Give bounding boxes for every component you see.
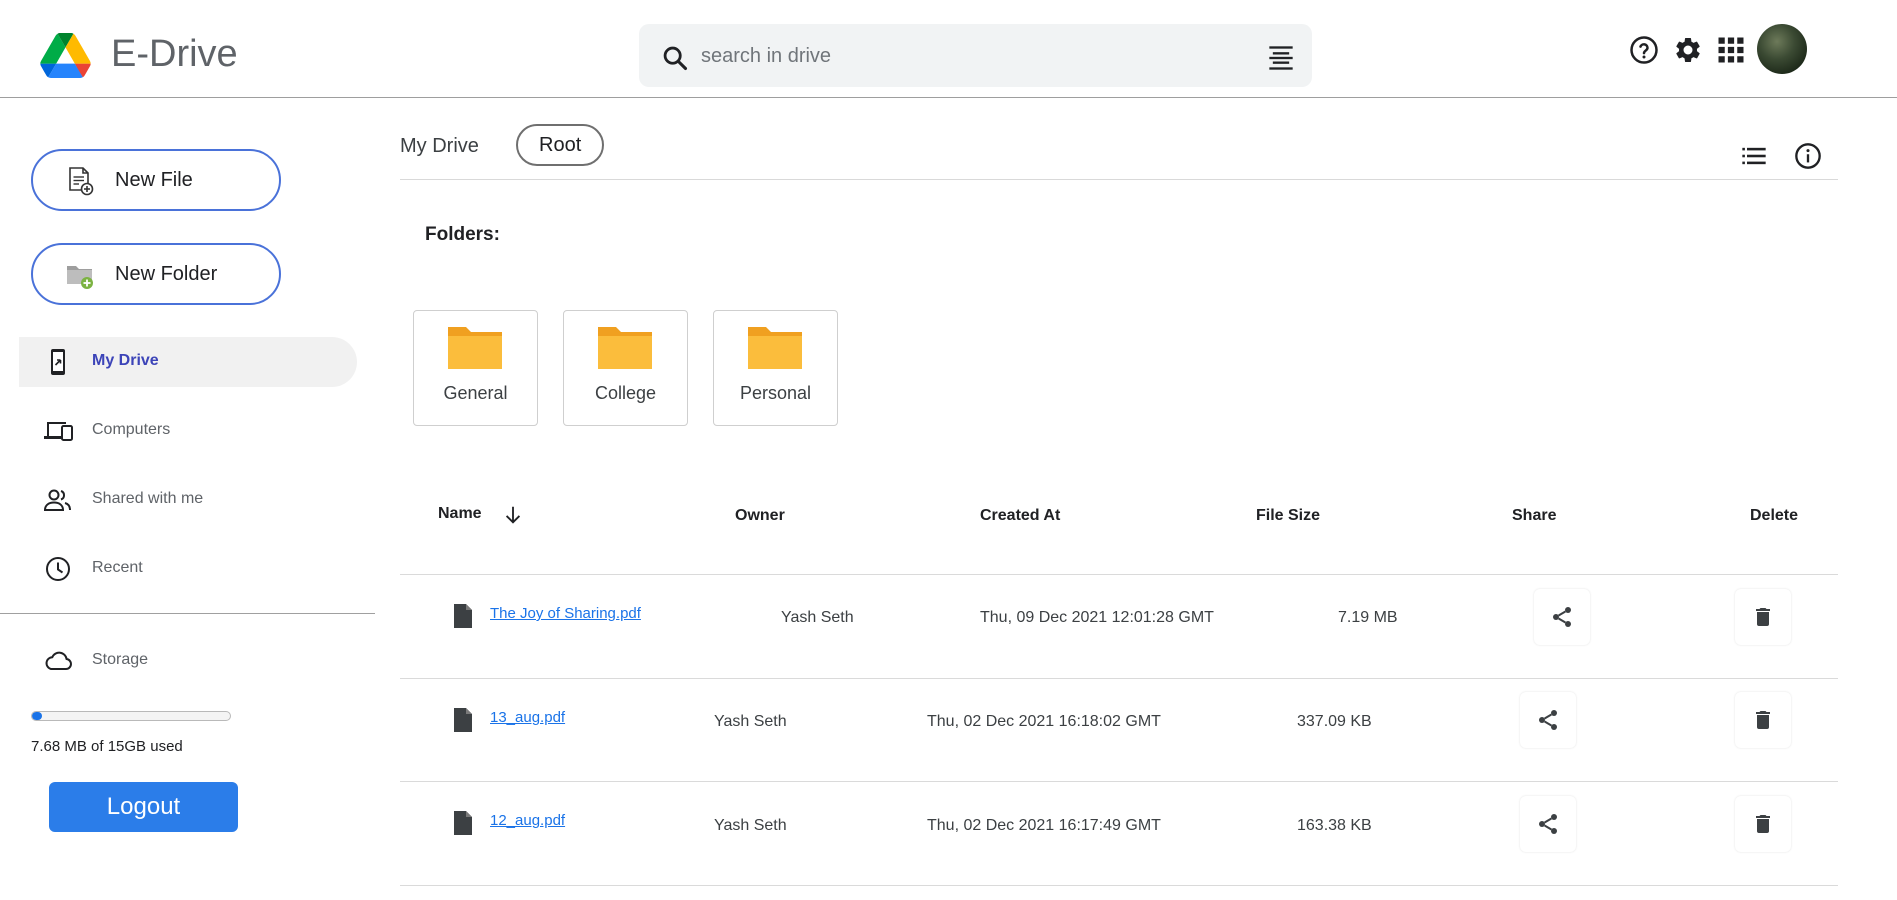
new-folder-button[interactable]: New Folder xyxy=(31,243,281,305)
phone-drive-icon xyxy=(51,349,65,375)
sidebar-item-label: Computers xyxy=(92,421,171,438)
trash-icon xyxy=(1756,608,1770,626)
sidebar-item-label: Shared with me xyxy=(92,490,204,507)
file-icon xyxy=(454,708,472,732)
file-icon xyxy=(454,811,472,835)
people-icon xyxy=(43,489,71,511)
table-divider xyxy=(400,781,1838,782)
folders-heading: Folders: xyxy=(425,224,500,245)
delete-button[interactable] xyxy=(1735,796,1791,852)
file-created-at: Thu, 09 Dec 2021 12:01:28 GMT xyxy=(980,609,1214,626)
column-header-owner: Owner xyxy=(735,507,785,524)
file-owner: Yash Seth xyxy=(781,609,854,626)
file-owner: Yash Seth xyxy=(714,713,787,730)
trash-icon xyxy=(1756,711,1770,729)
sort-arrow-down-icon[interactable] xyxy=(502,504,524,526)
top-header: E-Drive xyxy=(0,0,1897,98)
cloud-icon xyxy=(45,651,72,670)
search-options-icon[interactable] xyxy=(1267,44,1295,72)
folder-icon xyxy=(448,327,502,369)
sidebar-item-label: My Drive xyxy=(92,352,159,369)
column-header-share: Share xyxy=(1512,507,1557,524)
folder-name: General xyxy=(443,383,508,403)
file-created-at: Thu, 02 Dec 2021 16:17:49 GMT xyxy=(927,817,1161,834)
delete-button[interactable] xyxy=(1735,589,1791,645)
breadcrumb-root-chip[interactable]: Root xyxy=(516,124,605,166)
folder-name: Personal xyxy=(739,383,812,403)
new-file-button[interactable]: New File xyxy=(31,149,281,211)
help-icon[interactable] xyxy=(1629,35,1659,65)
search-icon[interactable] xyxy=(661,44,689,72)
folder-name: College xyxy=(594,383,657,403)
folder-icon xyxy=(748,327,802,369)
new-file-label: New File xyxy=(115,169,193,191)
sidebar-item-my-drive[interactable]: My Drive xyxy=(19,337,357,387)
apps-grid-icon[interactable] xyxy=(1716,35,1746,65)
sidebar-item-shared[interactable]: Shared with me xyxy=(19,475,357,525)
delete-button[interactable] xyxy=(1735,692,1791,748)
toolbar-divider xyxy=(400,179,1838,180)
breadcrumb-my-drive[interactable]: My Drive xyxy=(400,135,479,158)
sidebar-divider xyxy=(0,613,375,614)
file-name-link[interactable]: 13_aug.pdf xyxy=(490,709,565,726)
folder-card-personal[interactable]: Personal xyxy=(713,310,838,426)
clock-icon xyxy=(46,557,70,581)
file-owner: Yash Seth xyxy=(714,817,787,834)
column-header-name[interactable]: Name xyxy=(438,505,482,523)
sidebar-item-label: Recent xyxy=(92,559,143,576)
app-title: E-Drive xyxy=(111,33,238,75)
file-size: 337.09 KB xyxy=(1297,713,1372,730)
column-header-delete: Delete xyxy=(1750,507,1799,524)
file-name-link[interactable]: The Joy of Sharing.pdf xyxy=(490,605,641,622)
folder-icon xyxy=(598,327,652,369)
logout-button[interactable]: Logout xyxy=(49,782,238,832)
column-header-created: Created At xyxy=(980,507,1061,524)
storage-progress-fill xyxy=(32,712,42,720)
storage-label: Storage xyxy=(92,651,149,668)
new-folder-icon xyxy=(67,266,93,289)
file-created-at: Thu, 02 Dec 2021 16:18:02 GMT xyxy=(927,713,1161,730)
computers-icon xyxy=(44,422,73,441)
settings-gear-icon[interactable] xyxy=(1673,35,1703,65)
storage-progress-bar xyxy=(31,711,231,721)
sidebar-item-recent[interactable]: Recent xyxy=(19,544,357,594)
file-size: 163.38 KB xyxy=(1297,817,1372,834)
table-divider xyxy=(400,574,1838,575)
share-button[interactable] xyxy=(1534,589,1590,645)
share-button[interactable] xyxy=(1520,796,1576,852)
drive-logo-icon[interactable] xyxy=(39,33,92,78)
file-icon xyxy=(454,604,472,628)
share-button[interactable] xyxy=(1520,692,1576,748)
search-input[interactable] xyxy=(701,38,1221,74)
share-icon xyxy=(1553,607,1571,627)
share-icon xyxy=(1539,710,1557,730)
new-file-icon xyxy=(69,167,94,196)
search-bar xyxy=(639,24,1312,87)
storage-usage-text: 7.68 MB of 15GB used xyxy=(31,738,183,755)
table-divider xyxy=(400,678,1838,679)
sidebar-item-computers[interactable]: Computers xyxy=(19,406,357,456)
sidebar-item-storage[interactable]: Storage xyxy=(19,636,357,686)
column-header-size: File Size xyxy=(1256,507,1321,524)
new-folder-label: New Folder xyxy=(115,263,218,285)
list-view-icon[interactable] xyxy=(1740,142,1768,170)
file-size: 7.19 MB xyxy=(1338,609,1398,626)
share-icon xyxy=(1539,814,1557,834)
folder-card-college[interactable]: College xyxy=(563,310,688,426)
trash-icon xyxy=(1756,815,1770,833)
user-avatar[interactable] xyxy=(1757,24,1807,74)
file-name-link[interactable]: 12_aug.pdf xyxy=(490,812,565,829)
table-divider xyxy=(400,885,1838,886)
folder-card-general[interactable]: General xyxy=(413,310,538,426)
info-icon[interactable] xyxy=(1794,142,1822,170)
